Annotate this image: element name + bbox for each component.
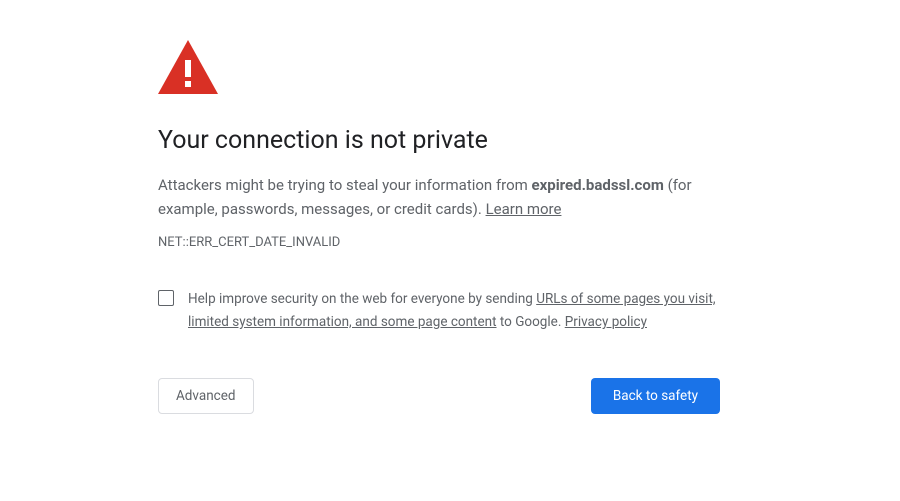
optin-text: Help improve security on the web for eve…	[188, 288, 720, 334]
warning-description: Attackers might be trying to steal your …	[158, 173, 718, 221]
optin-before: Help improve security on the web for eve…	[188, 291, 536, 307]
optin-between: to Google.	[497, 314, 565, 330]
optin-checkbox[interactable]	[158, 290, 174, 306]
error-code: NET::ERR_CERT_DATE_INVALID	[158, 235, 720, 250]
domain-name: expired.badssl.com	[532, 176, 664, 194]
page-title: Your connection is not private	[158, 126, 720, 155]
warning-triangle-icon	[158, 40, 720, 98]
advanced-button[interactable]: Advanced	[158, 378, 254, 414]
privacy-policy-link[interactable]: Privacy policy	[565, 314, 647, 330]
description-before: Attackers might be trying to steal your …	[158, 176, 532, 194]
learn-more-link[interactable]: Learn more	[486, 200, 562, 218]
back-to-safety-button[interactable]: Back to safety	[591, 378, 720, 414]
